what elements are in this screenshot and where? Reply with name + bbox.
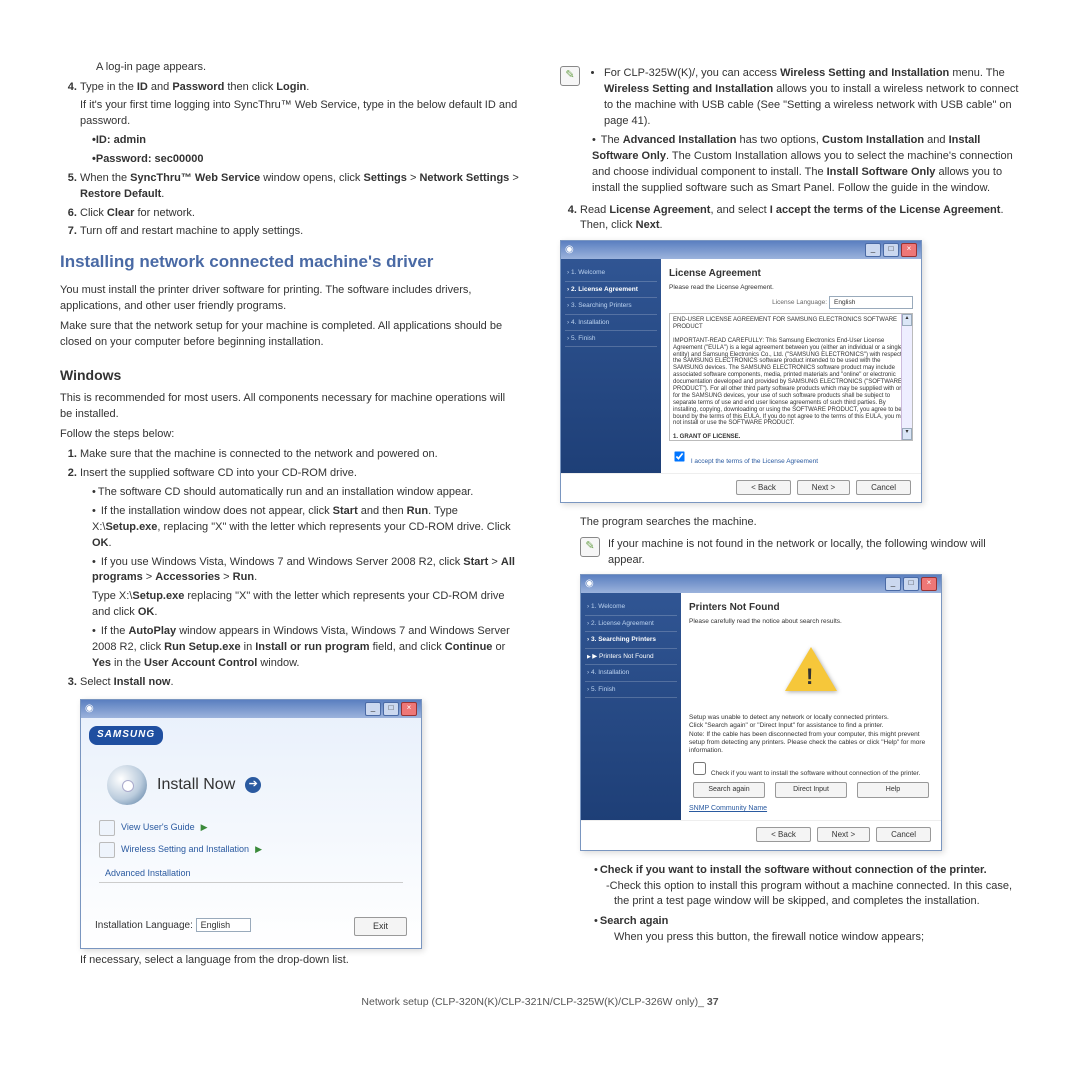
step-4: Type in the ID and Password then click L… xyxy=(80,80,520,168)
view-users-guide[interactable]: View User's Guide ▶ xyxy=(81,817,421,839)
cancel-button[interactable]: Cancel xyxy=(876,827,931,842)
license-window: ◉ _ □ × › 1. Welcome › 2. License Agreem… xyxy=(560,240,922,502)
eula-textbox[interactable]: END-USER LICENSE AGREEMENT FOR SAMSUNG E… xyxy=(669,313,913,441)
license-title: License Agreement xyxy=(669,267,913,282)
scroll-down-icon[interactable]: ▾ xyxy=(902,428,912,440)
wifi-icon xyxy=(99,842,115,858)
scrollbar[interactable]: ▴ ▾ xyxy=(901,314,912,440)
minimize-button[interactable]: _ xyxy=(885,577,901,591)
section-intro-2: Make sure that the network setup for you… xyxy=(60,319,520,351)
follow-steps: Follow the steps below: xyxy=(60,427,520,443)
right-step-4: Read License Agreement, and select I acc… xyxy=(580,203,1020,235)
installer-window: ◉ _ □ × SAMSUNG Install Now ➔ View User'… xyxy=(80,699,422,949)
section-intro-1: You must install the printer driver soft… xyxy=(60,283,520,315)
close-button[interactable]: × xyxy=(901,243,917,257)
cancel-button[interactable]: Cancel xyxy=(856,480,911,495)
install-now-row[interactable]: Install Now ➔ xyxy=(81,753,421,817)
note-block-1: ✎ For CLP-325W(K)/, you can access Wirel… xyxy=(560,66,1020,197)
wizard-steps: › 1. Welcome › 2. License Agreement › 3.… xyxy=(561,259,661,472)
note-icon: ✎ xyxy=(560,66,580,86)
minimize-button[interactable]: _ xyxy=(365,702,381,716)
login-appears: A log-in page appears. xyxy=(60,60,520,76)
maximize-button[interactable]: □ xyxy=(903,577,919,591)
language-select[interactable]: English xyxy=(196,918,252,932)
help-button[interactable]: Help xyxy=(857,782,929,798)
install-now-label: Install Now xyxy=(157,773,235,796)
titlebar: ◉ _ □ × xyxy=(81,700,421,718)
wireless-setting-install[interactable]: Wireless Setting and Installation ▶ xyxy=(81,839,421,861)
samsung-logo: SAMSUNG xyxy=(89,726,163,745)
notfound-window: ◉ _ □ × › 1. Welcome › 2. License Agreem… xyxy=(580,574,942,850)
note-icon: ✎ xyxy=(580,537,600,557)
install-without-printer-checkbox[interactable] xyxy=(693,762,706,775)
step-6: Click Clear for network. xyxy=(80,206,520,222)
win-step-2: Insert the supplied software CD into you… xyxy=(80,466,520,672)
back-button[interactable]: < Back xyxy=(736,480,791,495)
book-icon xyxy=(99,820,115,836)
license-language-select[interactable]: English xyxy=(829,296,913,309)
close-button[interactable]: × xyxy=(921,577,937,591)
advanced-installation[interactable]: Advanced Installation xyxy=(81,861,421,882)
wizard-steps: › 1. Welcome › 2. License Agreement › 3.… xyxy=(581,593,681,820)
win-step-3: Select Install now. xyxy=(80,675,520,691)
step-7: Turn off and restart machine to apply se… xyxy=(80,224,520,240)
page-footer: Network setup (CLP-320N(K)/CLP-321N/CLP-… xyxy=(60,995,1020,1010)
globe-icon: ◉ xyxy=(585,577,594,592)
accept-eula-checkbox[interactable] xyxy=(674,451,684,461)
note-block-2: ✎ If your machine is not found in the ne… xyxy=(560,537,1020,569)
globe-icon: ◉ xyxy=(85,702,94,717)
notfound-title: Printers Not Found xyxy=(689,601,933,616)
maximize-button[interactable]: □ xyxy=(883,243,899,257)
section-heading: Installing network connected machine's d… xyxy=(60,250,520,275)
lang-label: Installation Language: xyxy=(95,920,193,931)
installer-caption: If necessary, select a language from the… xyxy=(60,953,520,969)
exit-button[interactable]: Exit xyxy=(354,917,407,936)
close-button[interactable]: × xyxy=(401,702,417,716)
arrow-icon: ➔ xyxy=(245,777,261,793)
warning-icon xyxy=(785,647,837,691)
windows-intro: This is recommended for most users. All … xyxy=(60,391,520,423)
snmp-link[interactable]: SNMP Community Name xyxy=(689,804,933,814)
minimize-button[interactable]: _ xyxy=(865,243,881,257)
program-searches: The program searches the machine. xyxy=(560,515,1020,531)
globe-icon: ◉ xyxy=(565,243,574,258)
back-button[interactable]: < Back xyxy=(756,827,811,842)
next-button[interactable]: Next > xyxy=(797,480,850,495)
disc-icon xyxy=(107,765,147,805)
next-button[interactable]: Next > xyxy=(817,827,870,842)
search-again-button[interactable]: Search again xyxy=(693,782,765,798)
windows-heading: Windows xyxy=(60,365,520,385)
scroll-up-icon[interactable]: ▴ xyxy=(902,314,912,326)
step-5: When the SyncThru™ Web Service window op… xyxy=(80,171,520,203)
direct-input-button[interactable]: Direct Input xyxy=(775,782,847,798)
win-step-1: Make sure that the machine is connected … xyxy=(80,447,520,463)
maximize-button[interactable]: □ xyxy=(383,702,399,716)
